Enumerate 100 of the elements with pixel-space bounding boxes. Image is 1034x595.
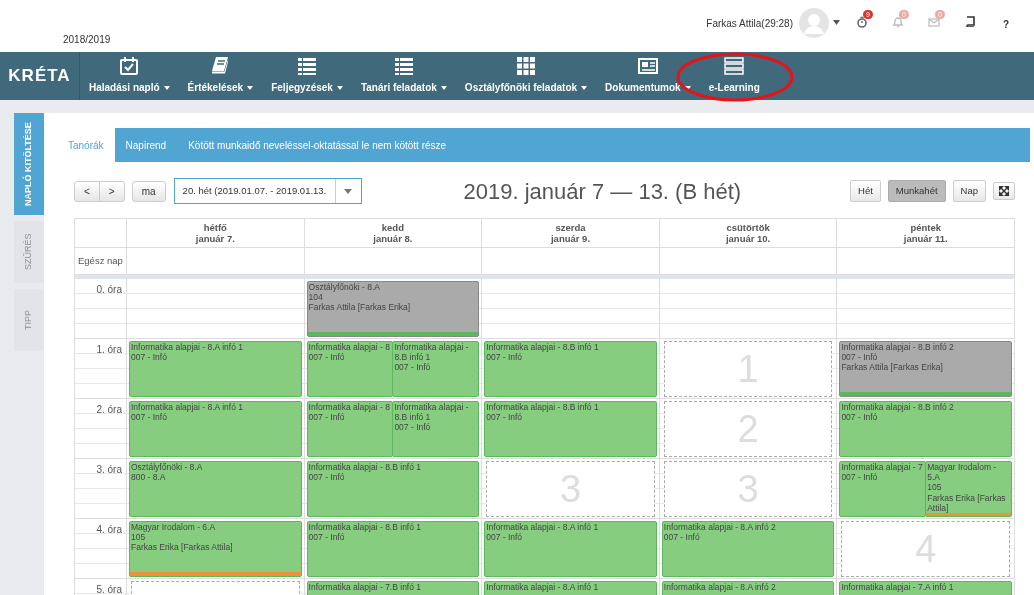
lesson-event[interactable]: Informatika alapjai - 7.A infó 1: [839, 581, 1012, 595]
day-date: január 7.: [195, 233, 235, 245]
lesson-event[interactable]: Osztályfőnöki - 8.A 104 Farkas Attila [Farkas Erika]: [306, 281, 480, 337]
event-text: 007 - Infó: [840, 472, 879, 483]
lesson-event[interactable]: Informatika alapjai - 8.A infó 2: [661, 581, 835, 595]
nav-menu-item[interactable]: Tanári feladatok: [360, 80, 437, 95]
lesson-event[interactable]: Informatika alapjai - 8.B infó 2 007 - Infó Farkas Attila [Farkas Erika]: [839, 341, 1012, 397]
lesson-event[interactable]: Informatika alapjai - 7.B infó 1: [306, 581, 480, 595]
event-text: 007 - Infó: [840, 412, 879, 423]
next-button[interactable]: >: [98, 180, 125, 202]
lesson-event[interactable]: Informatika alapjai - 8 007 - Infó: [306, 401, 394, 457]
lesson-event[interactable]: Informatika alapjai - 8.A infó 1 007 - Infó: [484, 521, 657, 577]
day-name: kedd: [381, 221, 404, 233]
hour-label: 4. óra: [96, 524, 122, 535]
lesson-event[interactable]: Informatika alapjai - 8.B infó 1 007 - Infó: [392, 341, 480, 397]
tab[interactable]: Tanórák: [57, 128, 115, 162]
event-text: Informatika alapjai - 8: [307, 402, 391, 413]
event-text: 007 - Infó: [307, 472, 346, 483]
event-text: 007 - Infó: [130, 412, 168, 423]
event-text: Informatika alapjai - 8.B infó 2: [840, 402, 955, 413]
view-button[interactable]: Munkahét: [887, 179, 946, 203]
view-button[interactable]: Nap: [952, 179, 986, 203]
hour-label: 0. óra: [96, 284, 122, 295]
event-text: 007 - Infó: [485, 412, 524, 423]
day-name: szerda: [555, 221, 586, 233]
hour-label: 1. óra: [96, 344, 122, 355]
lesson-event[interactable]: Informatika alapjai - 8 007 - Infó: [306, 341, 394, 397]
nav-menu-item[interactable]: Haladási napló: [89, 80, 160, 95]
event-text: 007 - Infó: [485, 352, 524, 363]
event-text: Informatika alapjai - 8: [307, 342, 391, 353]
day-date: január 9.: [550, 233, 591, 245]
event-text: 007 - Infó: [307, 532, 346, 543]
lesson-event[interactable]: Informatika alapjai - 8.B infó 1 007 - Infó: [392, 401, 480, 457]
event-text: Informatika alapjai - 8.B infó 1: [307, 462, 423, 473]
lesson-event[interactable]: Informatika alapjai - 8.B infó 2 007 - Infó: [839, 401, 1012, 457]
event-text: Informatika alapjai - 8.A infó 1: [130, 402, 244, 413]
event-text: Informatika alapjai - 8.A infó 1: [130, 342, 244, 353]
all-day-label: Egész nap: [78, 253, 123, 268]
lesson-event[interactable]: Informatika alapjai - 8.A infó 1: [484, 581, 657, 595]
event-text: 007 - Infó: [485, 532, 524, 543]
event-text: 007 - Infó: [307, 412, 346, 423]
day-name: péntek: [910, 221, 941, 233]
event-text: Informatika alapjai - 7: [840, 462, 924, 473]
event-text: 007 - Infó: [130, 352, 168, 363]
nav-menu-item[interactable]: Osztályfőnöki feladatok: [464, 80, 578, 95]
hour-label: 2. óra: [96, 404, 122, 415]
lesson-event[interactable]: Magyar Irodalom - 6.A 105 Farkas Erika [Farkas Attila]: [129, 521, 302, 577]
event-text: Osztályfőnöki - 8.A: [130, 462, 204, 473]
event-text: Informatika alapjai - 8.B infó 1: [393, 342, 470, 363]
lesson-event[interactable]: Osztályfőnöki - 8.A 800 - 8.A: [129, 461, 302, 517]
day-name: hétfő: [203, 221, 227, 233]
event-text: 007 - Infó: [662, 532, 701, 543]
day-date: január 8.: [373, 233, 413, 245]
event-text: 800 - 8.A: [130, 472, 167, 483]
school-year: 2018/2019: [62, 33, 111, 47]
event-text: 007 - Infó: [393, 362, 432, 373]
nav-menu-item[interactable]: e-Learning: [708, 80, 760, 95]
event-text: 007 - Infó: [307, 352, 346, 363]
event-text: Farkas Attila [Farkas Erika]: [840, 362, 944, 373]
lesson-event[interactable]: Informatika alapjai - 8.B infó 1 007 - Infó: [484, 341, 657, 397]
event-text: Magyar Irodalom - 6.A: [130, 522, 217, 533]
day-date: január 11.: [903, 233, 948, 245]
nav-menu-item[interactable]: Feljegyzések: [271, 80, 333, 95]
hour-label: 5. óra: [96, 584, 122, 595]
nav-menu-item[interactable]: Értékelések: [187, 80, 244, 95]
event-text: Informatika alapjai - 8.B infó 1: [393, 402, 470, 423]
lesson-event[interactable]: Informatika alapjai - 8.A infó 1 007 - Infó: [129, 341, 302, 397]
previous-button[interactable]: <: [74, 180, 100, 202]
event-text: 007 - Infó: [840, 352, 879, 363]
event-text: Farkas Attila [Farkas Erika]: [307, 302, 412, 313]
event-text: Informatika alapjai - 8.A infó 1: [485, 522, 600, 533]
week-title: 2019. január 7 — 13. (B hét): [462, 177, 743, 206]
event-text: Magyar Irodalom - 5.A: [926, 462, 998, 483]
logo[interactable]: KRÉTA: [0, 52, 80, 100]
event-text: 007 - Infó: [393, 422, 432, 433]
today-button[interactable]: ma: [131, 180, 166, 202]
lesson-event[interactable]: Informatika alapjai - 8.B infó 1 007 - Infó: [484, 401, 657, 457]
lesson-event[interactable]: Informatika alapjai - 8.B infó 1 007 - Infó: [306, 521, 480, 577]
nav-menu-item[interactable]: Dokumentumok: [605, 80, 681, 95]
event-text: Informatika alapjai - 8.B infó 2: [840, 342, 955, 353]
event-text: 104: [307, 292, 324, 303]
event-text: 105: [926, 482, 943, 493]
event-text: Informatika alapjai - 8.B infó 1: [485, 342, 600, 353]
event-text: Informatika alapjai - 8.A infó 2: [662, 522, 777, 533]
event-text: Osztályfőnöki - 8.A: [307, 282, 381, 293]
lesson-event[interactable]: Informatika alapjai - 7 007 - Infó: [839, 461, 927, 517]
hour-label: 3. óra: [96, 464, 122, 475]
lesson-event[interactable]: Informatika alapjai - 8.A infó 2 007 - Infó: [661, 521, 835, 577]
event-text: Farkas Erika [Farkas Attila]: [926, 492, 1007, 513]
lesson-event[interactable]: Magyar Irodalom - 5.A 105 Farkas Erika [Farkas Attila]: [925, 461, 1012, 517]
day-name: csütörtök: [726, 221, 770, 233]
view-button[interactable]: Hét: [850, 179, 881, 203]
lesson-event[interactable]: Informatika alapjai - 8.A infó 1 007 - Infó: [129, 401, 302, 457]
help-link[interactable]: ?: [988, 17, 1024, 32]
event-text: Informatika alapjai - 8.B infó 1: [307, 522, 423, 533]
lesson-event[interactable]: Informatika alapjai - 8.B infó 1 007 - Infó: [306, 461, 480, 517]
event-text: Farkas Erika [Farkas Attila]: [130, 542, 234, 553]
week-select[interactable]: 20. hét (2019.01.07. - 2019.01.13.: [173, 178, 362, 204]
event-text: 105: [130, 532, 147, 543]
user-name[interactable]: Farkas Attila(29:28): [706, 16, 793, 31]
